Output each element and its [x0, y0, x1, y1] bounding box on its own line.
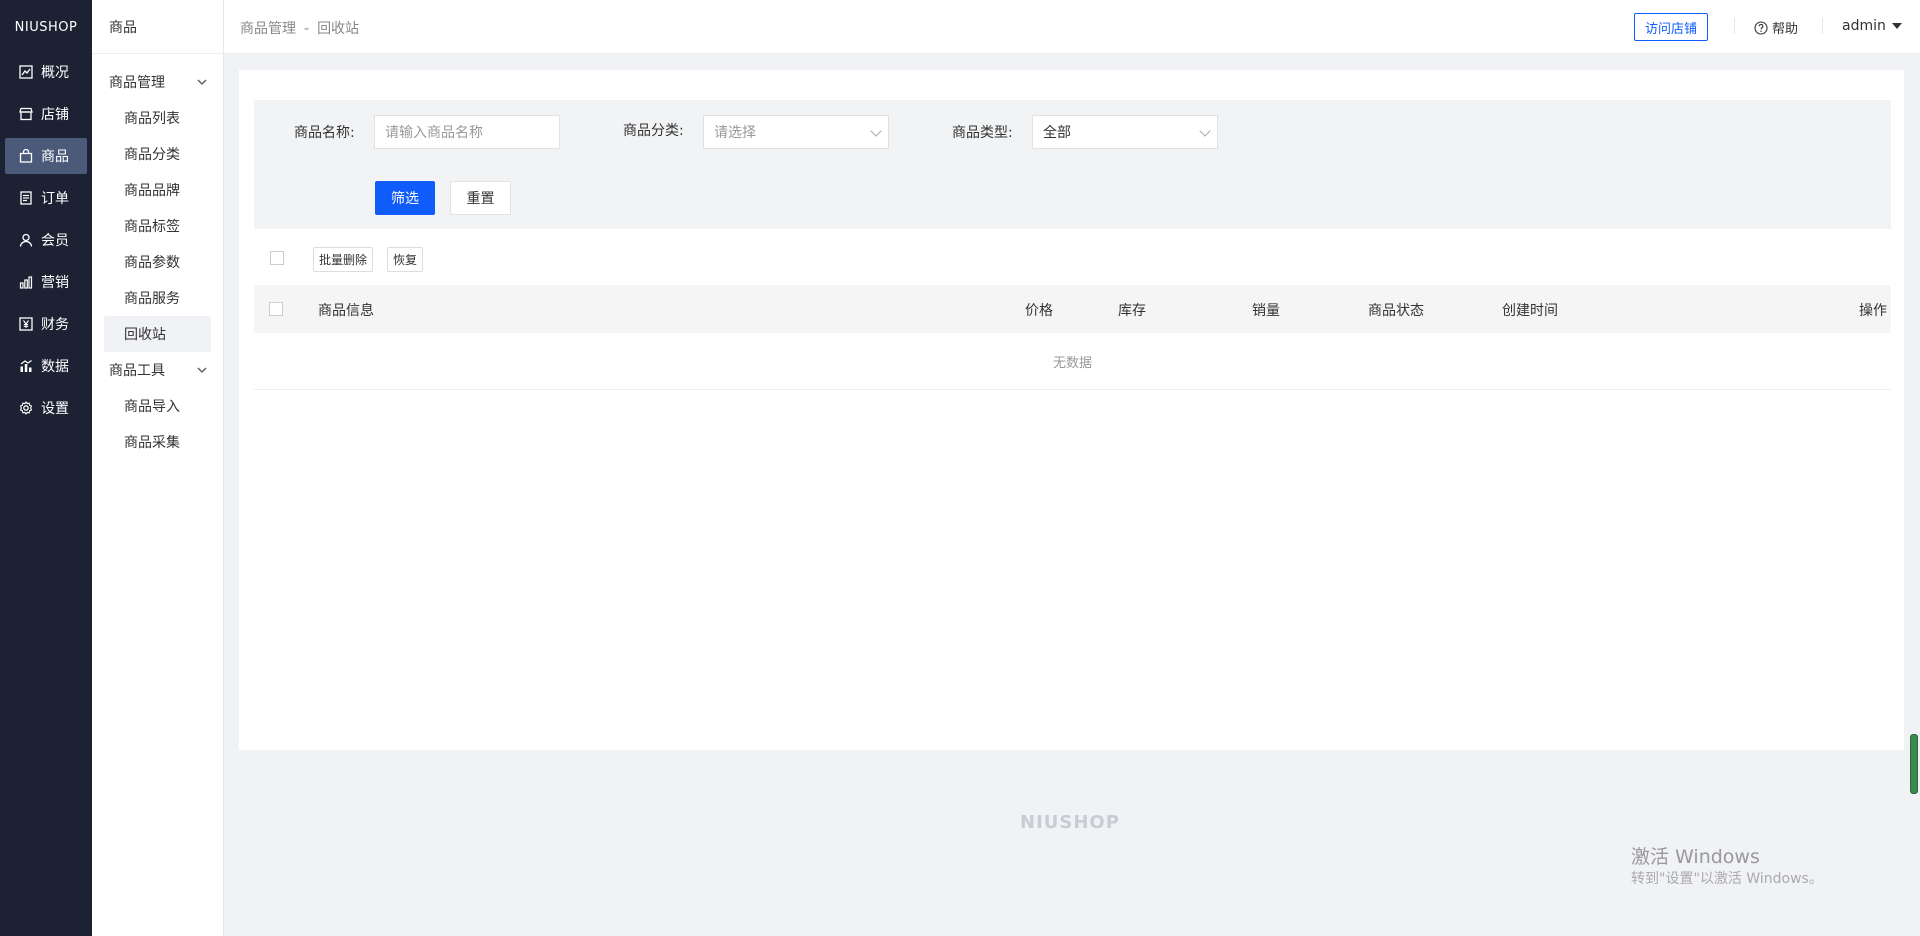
sidebar-item-goods-collect[interactable]: 商品采集	[92, 424, 223, 460]
nav-label: 财务	[41, 317, 69, 333]
top-header: 商品管理 - 回收站 访问店铺 帮助 admin	[224, 0, 1920, 54]
column-status: 商品状态	[1368, 303, 1424, 319]
menu-group-goods-management[interactable]: 商品管理	[92, 64, 223, 100]
chart-line-icon	[19, 65, 33, 79]
sidebar-item-goods-params[interactable]: 商品参数	[92, 244, 223, 280]
bag-icon	[19, 149, 33, 163]
primary-sidebar: NIUSHOP 概况 店铺 商品 订单 会员 营销 财务 数据 设置	[0, 0, 92, 936]
goods-category-label: 商品分类:	[623, 123, 684, 139]
sidebar-item-goods-tag[interactable]: 商品标签	[92, 208, 223, 244]
sidebar-item-goods-category[interactable]: 商品分类	[92, 136, 223, 172]
batch-delete-button[interactable]: 批量删除	[313, 247, 374, 272]
sidebar-item-goods-brand[interactable]: 商品品牌	[92, 172, 223, 208]
gear-icon	[19, 401, 33, 415]
column-actions: 操作	[1859, 303, 1887, 319]
nav-label: 商品	[41, 149, 69, 165]
visit-store-button[interactable]: 访问店铺	[1634, 13, 1709, 41]
nav-item-data[interactable]: 数据	[5, 348, 87, 384]
menu-group-goods-tools[interactable]: 商品工具	[92, 352, 223, 388]
nav-item-store[interactable]: 店铺	[5, 96, 87, 132]
breadcrumb-item[interactable]: 商品管理	[240, 21, 296, 37]
select-all-checkbox[interactable]	[270, 251, 284, 265]
nav-label: 设置	[41, 401, 69, 417]
goods-category-value: 请选择	[714, 125, 756, 141]
filter-panel: 商品名称: 请输入商品名称 商品分类: 请选择 商品类型: 全部 筛选 重置	[254, 100, 1891, 229]
help-link[interactable]: 帮助	[1754, 18, 1798, 37]
reset-button[interactable]: 重置	[450, 181, 511, 215]
column-create-time: 创建时间	[1502, 303, 1558, 319]
nav-item-marketing[interactable]: 营销	[5, 264, 87, 300]
nav-label: 营销	[41, 275, 69, 291]
username: admin	[1842, 18, 1886, 34]
column-goods-info: 商品信息	[318, 303, 374, 319]
divider	[1822, 18, 1823, 34]
goods-name-label: 商品名称:	[294, 125, 355, 141]
logo: NIUSHOP	[14, 19, 78, 35]
sidebar-item-goods-list[interactable]: 商品列表	[92, 100, 223, 136]
breadcrumb-current: 回收站	[317, 21, 360, 37]
header-checkbox[interactable]	[269, 302, 283, 316]
nav-item-orders[interactable]: 订单	[5, 180, 87, 216]
chevron-down-icon	[197, 367, 207, 373]
secondary-sidebar: 商品 商品管理 商品列表 商品分类 商品品牌 商品标签 商品参数 商品服务 回收…	[92, 0, 224, 936]
chevron-down-icon	[1199, 125, 1211, 137]
nav-item-settings[interactable]: 设置	[5, 390, 87, 426]
store-icon	[19, 107, 33, 121]
nav-label: 会员	[41, 233, 69, 249]
data-icon	[20, 360, 32, 372]
sidebar-item-goods-import[interactable]: 商品导入	[92, 388, 223, 424]
nav-item-overview[interactable]: 概况	[5, 54, 87, 90]
nav-label: 数据	[41, 359, 69, 375]
chevron-down-icon	[870, 125, 882, 137]
breadcrumb: 商品管理 - 回收站	[240, 18, 359, 38]
chevron-down-icon	[197, 79, 207, 85]
column-price: 价格	[1025, 303, 1053, 319]
goods-name-input[interactable]: 请输入商品名称	[374, 115, 560, 149]
nav-item-members[interactable]: 会员	[5, 222, 87, 258]
goods-category-select[interactable]: 请选择	[703, 115, 889, 149]
yen-icon	[19, 317, 33, 331]
goods-type-label: 商品类型:	[952, 125, 1013, 141]
nav-label: 店铺	[41, 107, 69, 123]
question-circle-icon	[1754, 20, 1768, 35]
content-card: 商品名称: 请输入商品名称 商品分类: 请选择 商品类型: 全部 筛选 重置 批…	[239, 70, 1904, 750]
user-icon	[19, 233, 33, 247]
nav-label: 订单	[41, 191, 69, 207]
sidebar-item-recycle-bin[interactable]: 回收站	[104, 316, 211, 352]
goods-type-select[interactable]: 全部	[1032, 115, 1218, 149]
user-menu[interactable]: admin	[1842, 18, 1902, 34]
table-empty-state: 无数据	[254, 333, 1891, 390]
nav-label: 概况	[41, 65, 69, 81]
help-label: 帮助	[1772, 22, 1799, 37]
order-icon	[20, 191, 32, 205]
primary-nav: 概况 店铺 商品 订单 会员 营销 财务 数据 设置	[0, 54, 92, 426]
footer-logo: NIUSHOP	[1020, 812, 1120, 833]
menu-group-label: 商品管理	[109, 75, 165, 91]
nav-item-finance[interactable]: 财务	[5, 306, 87, 342]
column-sales: 销量	[1252, 303, 1280, 319]
caret-down-icon	[1891, 23, 1902, 29]
windows-activation-title: 激活 Windows	[1631, 846, 1760, 868]
breadcrumb-separator: -	[304, 21, 310, 37]
menu-group-label: 商品工具	[109, 363, 165, 379]
secondary-sidebar-title: 商品	[92, 0, 223, 54]
bar-chart-icon	[19, 276, 33, 289]
scrollbar-thumb[interactable]	[1910, 734, 1918, 794]
nav-item-goods[interactable]: 商品	[5, 138, 87, 174]
table-header: 商品信息 价格 库存 销量 商品状态 创建时间 操作	[254, 285, 1891, 333]
filter-button[interactable]: 筛选	[375, 181, 435, 215]
sidebar-item-goods-service[interactable]: 商品服务	[92, 280, 223, 316]
restore-button[interactable]: 恢复	[387, 247, 424, 272]
goods-type-value: 全部	[1043, 125, 1071, 141]
column-stock: 库存	[1118, 303, 1146, 319]
windows-activation-subtitle: 转到"设置"以激活 Windows。	[1631, 871, 1823, 887]
divider	[1734, 18, 1735, 34]
